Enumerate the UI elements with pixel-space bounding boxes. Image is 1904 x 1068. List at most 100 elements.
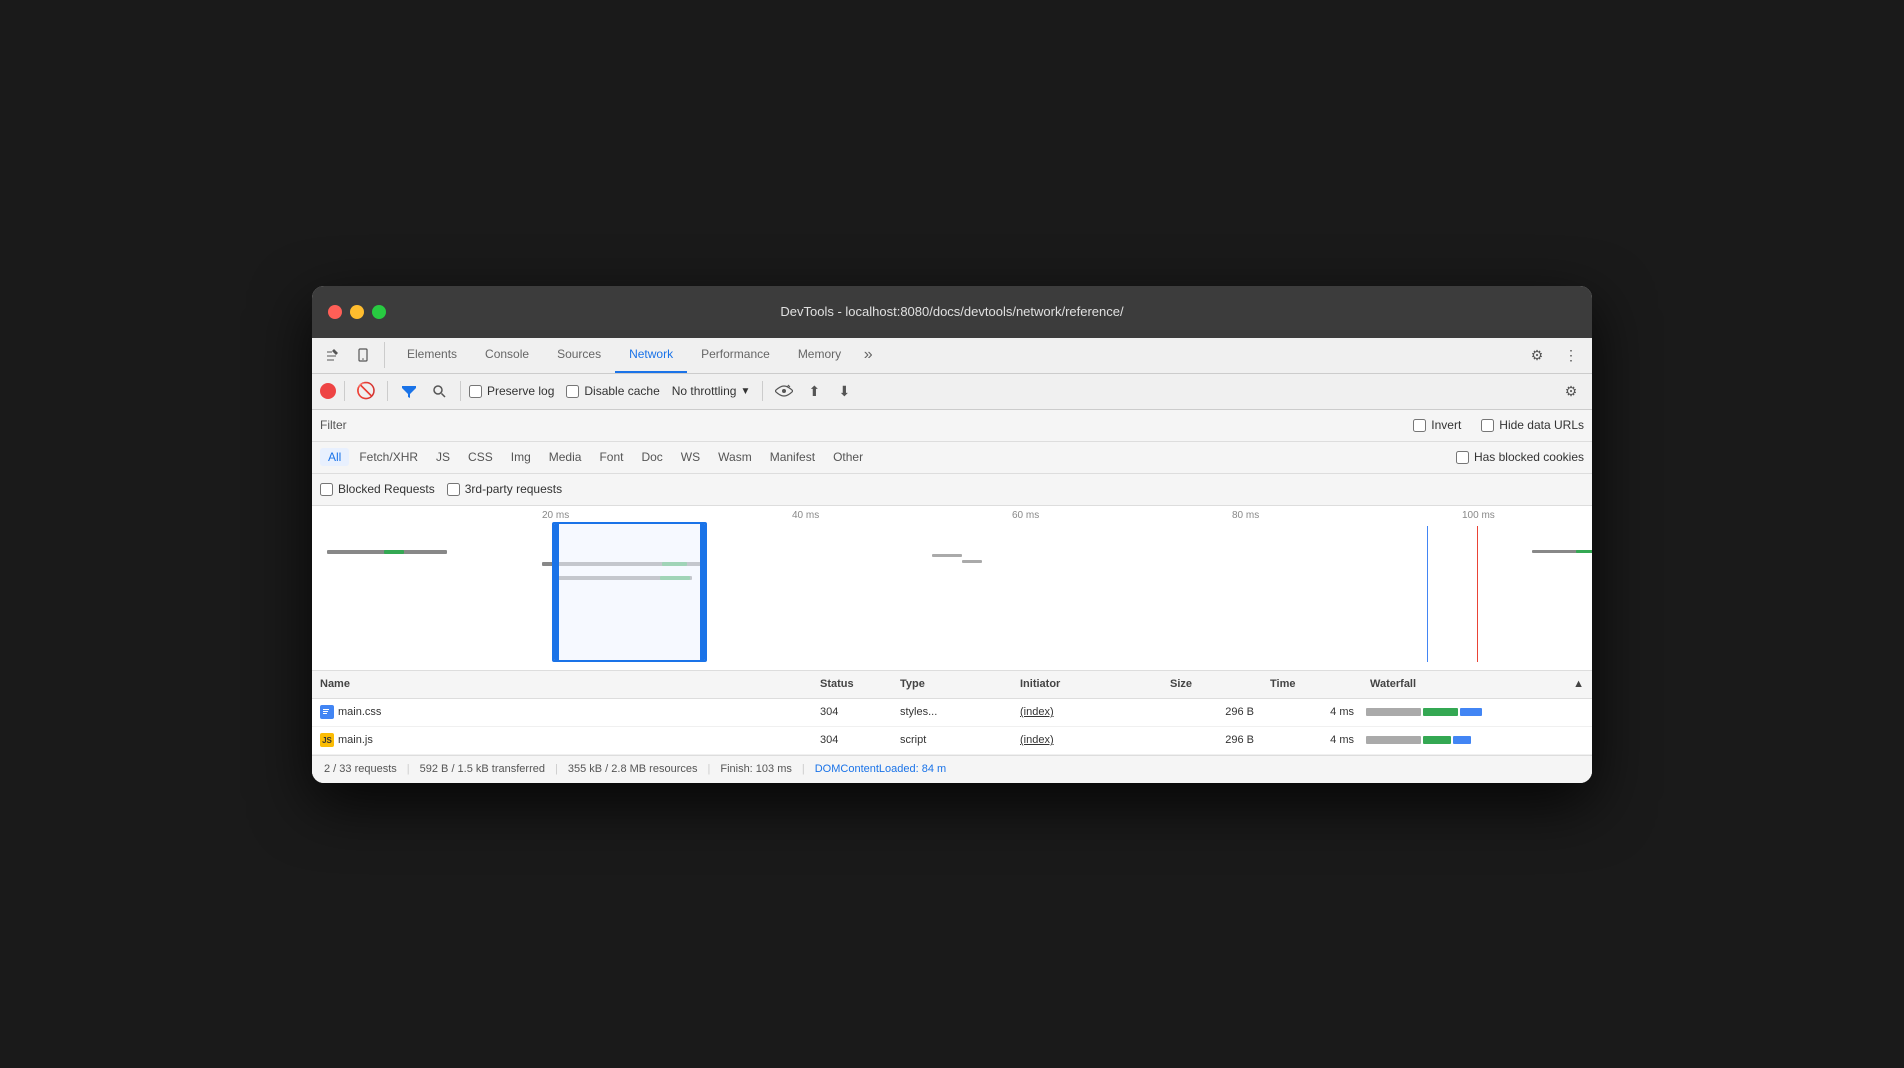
load-line — [1477, 526, 1478, 662]
filter-other[interactable]: Other — [825, 448, 871, 466]
cell-size-css: 296 B — [1162, 706, 1262, 718]
col-type[interactable]: Type — [892, 678, 1012, 690]
disable-cache-checkbox-label[interactable]: Disable cache — [566, 384, 659, 398]
cell-waterfall-js — [1362, 727, 1562, 754]
mini-bar-far-right-green — [1576, 550, 1592, 553]
filter-label: Filter — [320, 418, 347, 432]
separator — [460, 381, 461, 401]
preserve-log-checkbox-label[interactable]: Preserve log — [469, 384, 554, 398]
col-size[interactable]: Size — [1162, 678, 1262, 690]
tab-memory[interactable]: Memory — [784, 337, 855, 373]
invert-checkbox[interactable] — [1413, 419, 1426, 432]
col-status[interactable]: Status — [812, 678, 892, 690]
col-name[interactable]: Name — [312, 678, 812, 690]
col-time[interactable]: Time — [1262, 678, 1362, 690]
titlebar: DevTools - localhost:8080/docs/devtools/… — [312, 286, 1592, 338]
separator — [387, 381, 388, 401]
tab-sources[interactable]: Sources — [543, 337, 615, 373]
tab-console[interactable]: Console — [471, 337, 543, 373]
network-settings-button[interactable]: ⚙ — [1558, 378, 1584, 404]
has-blocked-cookies-label[interactable]: Has blocked cookies — [1456, 450, 1584, 464]
waterfall-overview[interactable]: 20 ms 40 ms 60 ms 80 ms 100 ms — [312, 506, 1592, 671]
waterfall-gray-bar — [1366, 708, 1421, 716]
table-header: Name Status Type Initiator Size Time Wat… — [312, 671, 1592, 699]
cell-name-js: JS main.js — [312, 733, 812, 747]
more-options-button[interactable]: ⋮ — [1558, 342, 1584, 368]
transferred-size: 592 B / 1.5 kB transferred — [420, 763, 545, 775]
selection-handle-right[interactable] — [700, 524, 706, 660]
device-icon[interactable] — [350, 342, 376, 368]
table-row[interactable]: main.css 304 styles... (index) 296 B 4 m… — [312, 699, 1592, 727]
throttle-select[interactable]: No throttling ▼ — [668, 382, 755, 400]
waterfall-green-bar — [1423, 708, 1458, 716]
filter-fetch-xhr[interactable]: Fetch/XHR — [351, 448, 426, 466]
window-title: DevTools - localhost:8080/docs/devtools/… — [780, 304, 1123, 319]
filter-types-bar: All Fetch/XHR JS CSS Img Media Font Doc … — [312, 442, 1592, 474]
filter-img[interactable]: Img — [503, 448, 539, 466]
cell-initiator-js: (index) — [1012, 734, 1162, 746]
requests-count: 2 / 33 requests — [324, 763, 397, 775]
cell-type-css: styles... — [892, 706, 1012, 718]
tab-network[interactable]: Network — [615, 337, 687, 373]
devtools-body: Elements Console Sources Network Perform… — [312, 338, 1592, 783]
filter-icon-button[interactable] — [396, 378, 422, 404]
table-row[interactable]: JS main.js 304 script (index) 296 B 4 ms — [312, 727, 1592, 755]
export-har-button[interactable]: ⬇ — [831, 378, 857, 404]
cell-initiator-css: (index) — [1012, 706, 1162, 718]
cell-type-js: script — [892, 734, 1012, 746]
resources-size: 355 kB / 2.8 MB resources — [568, 763, 698, 775]
filter-font[interactable]: Font — [591, 448, 631, 466]
hide-data-urls-checkbox-label[interactable]: Hide data URLs — [1481, 418, 1584, 432]
network-conditions-button[interactable] — [771, 378, 797, 404]
col-initiator[interactable]: Initiator — [1012, 678, 1162, 690]
waterfall-blue-bar — [1453, 736, 1471, 744]
traffic-lights — [328, 305, 386, 319]
throttle-dropdown-icon: ▼ — [740, 386, 750, 397]
maximize-button[interactable] — [372, 305, 386, 319]
tab-icons — [320, 342, 385, 368]
filter-doc[interactable]: Doc — [633, 448, 670, 466]
hide-data-urls-checkbox[interactable] — [1481, 419, 1494, 432]
sort-icon[interactable]: ▲ — [1562, 678, 1592, 690]
minimize-button[interactable] — [350, 305, 364, 319]
cell-status-css: 304 — [812, 706, 892, 718]
tabs-bar: Elements Console Sources Network Perform… — [312, 338, 1592, 374]
waterfall-selection[interactable] — [552, 522, 707, 662]
filter-manifest[interactable]: Manifest — [762, 448, 823, 466]
filter-bar: Filter Invert Hide data URLs — [312, 410, 1592, 442]
selection-handle-left[interactable] — [553, 524, 559, 660]
import-har-button[interactable]: ⬆ — [801, 378, 827, 404]
search-button[interactable] — [426, 378, 452, 404]
filter-ws[interactable]: WS — [673, 448, 708, 466]
tab-performance[interactable]: Performance — [687, 337, 784, 373]
filter-css[interactable]: CSS — [460, 448, 501, 466]
inspector-icon[interactable] — [320, 342, 346, 368]
settings-button[interactable]: ⚙ — [1524, 342, 1550, 368]
invert-checkbox-label[interactable]: Invert — [1413, 418, 1461, 432]
clear-button[interactable]: 🚫 — [353, 378, 379, 404]
tab-elements[interactable]: Elements — [393, 337, 471, 373]
filter-js[interactable]: JS — [428, 448, 458, 466]
close-button[interactable] — [328, 305, 342, 319]
record-button[interactable] — [320, 383, 336, 399]
blocked-requests-checkbox-label[interactable]: Blocked Requests — [320, 482, 435, 496]
filter-wasm[interactable]: Wasm — [710, 448, 760, 466]
blocked-requests-checkbox[interactable] — [320, 483, 333, 496]
has-blocked-cookies-checkbox[interactable] — [1456, 451, 1469, 464]
filter-media[interactable]: Media — [541, 448, 590, 466]
network-table: Name Status Type Initiator Size Time Wat… — [312, 671, 1592, 755]
time-100ms: 100 ms — [1462, 510, 1495, 521]
preserve-log-checkbox[interactable] — [469, 385, 482, 398]
time-20ms: 20 ms — [542, 510, 569, 521]
col-waterfall[interactable]: Waterfall — [1362, 678, 1562, 690]
filter-all[interactable]: All — [320, 448, 349, 466]
third-party-checkbox-label[interactable]: 3rd-party requests — [447, 482, 562, 496]
selection-bg — [554, 524, 705, 660]
third-party-checkbox[interactable] — [447, 483, 460, 496]
disable-cache-checkbox[interactable] — [566, 385, 579, 398]
time-80ms: 80 ms — [1232, 510, 1259, 521]
dom-content-loaded: DOMContentLoaded: 84 m — [815, 763, 946, 775]
more-tabs-button[interactable]: » — [855, 342, 881, 368]
js-file-icon: JS — [320, 733, 334, 747]
waterfall-blue-bar — [1460, 708, 1482, 716]
